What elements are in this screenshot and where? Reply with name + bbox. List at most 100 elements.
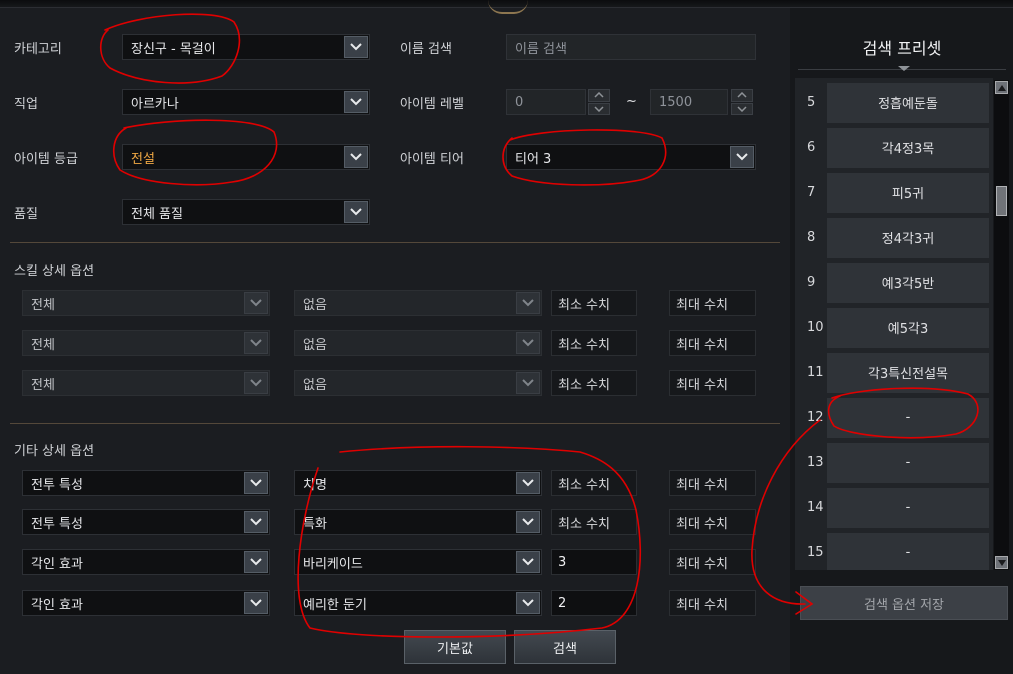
step-up-icon[interactable] <box>588 89 610 102</box>
item-level-max-stepper[interactable] <box>731 89 753 115</box>
chevron-down-icon <box>516 511 540 533</box>
preset-item[interactable]: 7 피5귀 <box>795 170 993 215</box>
preset-button[interactable]: - <box>827 397 989 438</box>
min-value-input[interactable]: 3 <box>551 549 637 575</box>
preset-item[interactable]: 6 각4정3목 <box>795 125 993 170</box>
max-value-input[interactable]: 최대 수치 <box>669 330 756 356</box>
preset-number: 8 <box>807 230 816 245</box>
class-dropdown[interactable]: 아르카나 <box>122 89 370 115</box>
preset-button[interactable]: - <box>827 532 989 570</box>
max-value-input[interactable]: 최대 수치 <box>669 590 756 616</box>
search-button[interactable]: 검색 <box>514 630 616 664</box>
preset-button[interactable]: 정4각3귀 <box>827 217 989 258</box>
effect-type-dropdown[interactable]: 전투 특성 <box>22 509 270 535</box>
tripod-dropdown[interactable]: 없음 <box>294 290 542 316</box>
preset-number: 9 <box>807 275 816 290</box>
effect-option-value: 예리한 둔기 <box>303 597 367 613</box>
preset-item[interactable]: 10 예5각3 <box>795 305 993 350</box>
effect-option-dropdown[interactable]: 바리케이드 <box>294 549 542 575</box>
caret-down-icon <box>898 66 910 71</box>
effect-option-dropdown[interactable]: 치명 <box>294 470 542 496</box>
skill-value: 전체 <box>31 337 55 353</box>
chevron-down-icon <box>516 292 540 314</box>
effect-option-dropdown[interactable]: 예리한 둔기 <box>294 590 542 616</box>
preset-button[interactable]: 예3각5반 <box>827 262 989 303</box>
max-value-input[interactable]: 최대 수치 <box>669 509 756 535</box>
item-level-min-stepper[interactable] <box>588 89 610 115</box>
preset-number: 11 <box>807 365 824 380</box>
preset-item[interactable]: 9 예3각5반 <box>795 260 993 305</box>
preset-item[interactable]: 5 정흡예둔돌 <box>795 80 993 125</box>
default-button[interactable]: 기본값 <box>404 630 506 664</box>
preset-number: 14 <box>807 500 824 515</box>
min-value-text: 최소 수치 <box>558 337 610 353</box>
effect-type-dropdown[interactable]: 각인 효과 <box>22 549 270 575</box>
preset-item[interactable]: 13- <box>795 440 993 485</box>
step-down-icon[interactable] <box>588 102 610 115</box>
min-value-input[interactable]: 최소 수치 <box>551 509 637 535</box>
preset-item[interactable]: 8 정4각3귀 <box>795 215 993 260</box>
min-value-input[interactable]: 최소 수치 <box>551 290 637 316</box>
effect-type-dropdown[interactable]: 전투 특성 <box>22 470 270 496</box>
grade-value: 전설 <box>131 151 155 167</box>
max-value-input[interactable]: 최대 수치 <box>669 549 756 575</box>
preset-item[interactable]: 11 각3특신전설목 <box>795 350 993 395</box>
skill-options-title: 스킬 상세 옵션 <box>14 264 95 279</box>
scroll-up-icon[interactable] <box>995 81 1008 94</box>
name-search-placeholder: 이름 검색 <box>515 41 567 57</box>
chevron-down-icon <box>244 332 268 354</box>
min-value-input[interactable]: 최소 수치 <box>551 470 637 496</box>
item-level-max-input[interactable]: 1500 <box>650 89 728 115</box>
tier-label: 아이템 티어 <box>400 152 464 167</box>
min-value-text: 최소 수치 <box>558 516 610 532</box>
effect-option-value: 특화 <box>303 516 327 532</box>
step-down-icon[interactable] <box>731 102 753 115</box>
skill-dropdown[interactable]: 전체 <box>22 330 270 356</box>
tier-dropdown[interactable]: 티어 3 <box>506 144 756 170</box>
scrollbar-thumb[interactable] <box>996 186 1007 216</box>
preset-number: 5 <box>807 95 816 110</box>
save-search-options-button[interactable]: 검색 옵션 저장 <box>800 586 1008 620</box>
filter-area: 카테고리 장신구 - 목걸이 이름 검색 이름 검색 직업 아르카나 아이템 레… <box>0 8 790 674</box>
skill-dropdown[interactable]: 전체 <box>22 370 270 396</box>
skill-dropdown[interactable]: 전체 <box>22 290 270 316</box>
grade-dropdown[interactable]: 전설 <box>122 144 370 170</box>
name-search-label: 이름 검색 <box>400 42 452 57</box>
preset-button[interactable]: 각4정3목 <box>827 127 989 168</box>
preset-item[interactable]: 12- <box>795 395 993 440</box>
preset-button[interactable]: - <box>827 487 989 528</box>
preset-button[interactable]: 각3특신전설목 <box>827 352 989 393</box>
preset-button[interactable]: - <box>827 442 989 483</box>
effect-type-dropdown[interactable]: 각인 효과 <box>22 590 270 616</box>
tripod-dropdown[interactable]: 없음 <box>294 370 542 396</box>
item-level-min-value: 0 <box>515 94 524 110</box>
min-value-text: 2 <box>558 595 567 611</box>
min-value-input[interactable]: 2 <box>551 590 637 616</box>
max-value-text: 최대 수치 <box>676 556 728 572</box>
effect-option-value: 바리케이드 <box>303 556 363 572</box>
name-search-input[interactable]: 이름 검색 <box>506 34 756 60</box>
quality-dropdown[interactable]: 전체 품질 <box>122 199 370 225</box>
preset-item[interactable]: 14- <box>795 485 993 530</box>
category-dropdown[interactable]: 장신구 - 목걸이 <box>122 34 370 60</box>
preset-button[interactable]: 피5귀 <box>827 172 989 213</box>
max-value-input[interactable]: 최대 수치 <box>669 370 756 396</box>
tripod-dropdown[interactable]: 없음 <box>294 330 542 356</box>
max-value-input[interactable]: 최대 수치 <box>669 290 756 316</box>
skill-value: 전체 <box>31 377 55 393</box>
chevron-down-icon <box>344 201 368 223</box>
min-value-input[interactable]: 최소 수치 <box>551 370 637 396</box>
scroll-down-icon[interactable] <box>995 556 1008 569</box>
chevron-down-icon <box>730 146 754 168</box>
preset-button[interactable]: 예5각3 <box>827 307 989 348</box>
max-value-input[interactable]: 최대 수치 <box>669 470 756 496</box>
step-up-icon[interactable] <box>731 89 753 102</box>
preset-button[interactable]: 정흡예둔돌 <box>827 82 989 123</box>
preset-scrollbar[interactable] <box>994 80 1009 570</box>
effect-option-dropdown[interactable]: 특화 <box>294 509 542 535</box>
item-level-min-input[interactable]: 0 <box>506 89 586 115</box>
min-value-input[interactable]: 최소 수치 <box>551 330 637 356</box>
preset-number: 12 <box>807 410 824 425</box>
preset-item[interactable]: 15- <box>795 530 993 570</box>
class-value: 아르카나 <box>131 96 179 112</box>
